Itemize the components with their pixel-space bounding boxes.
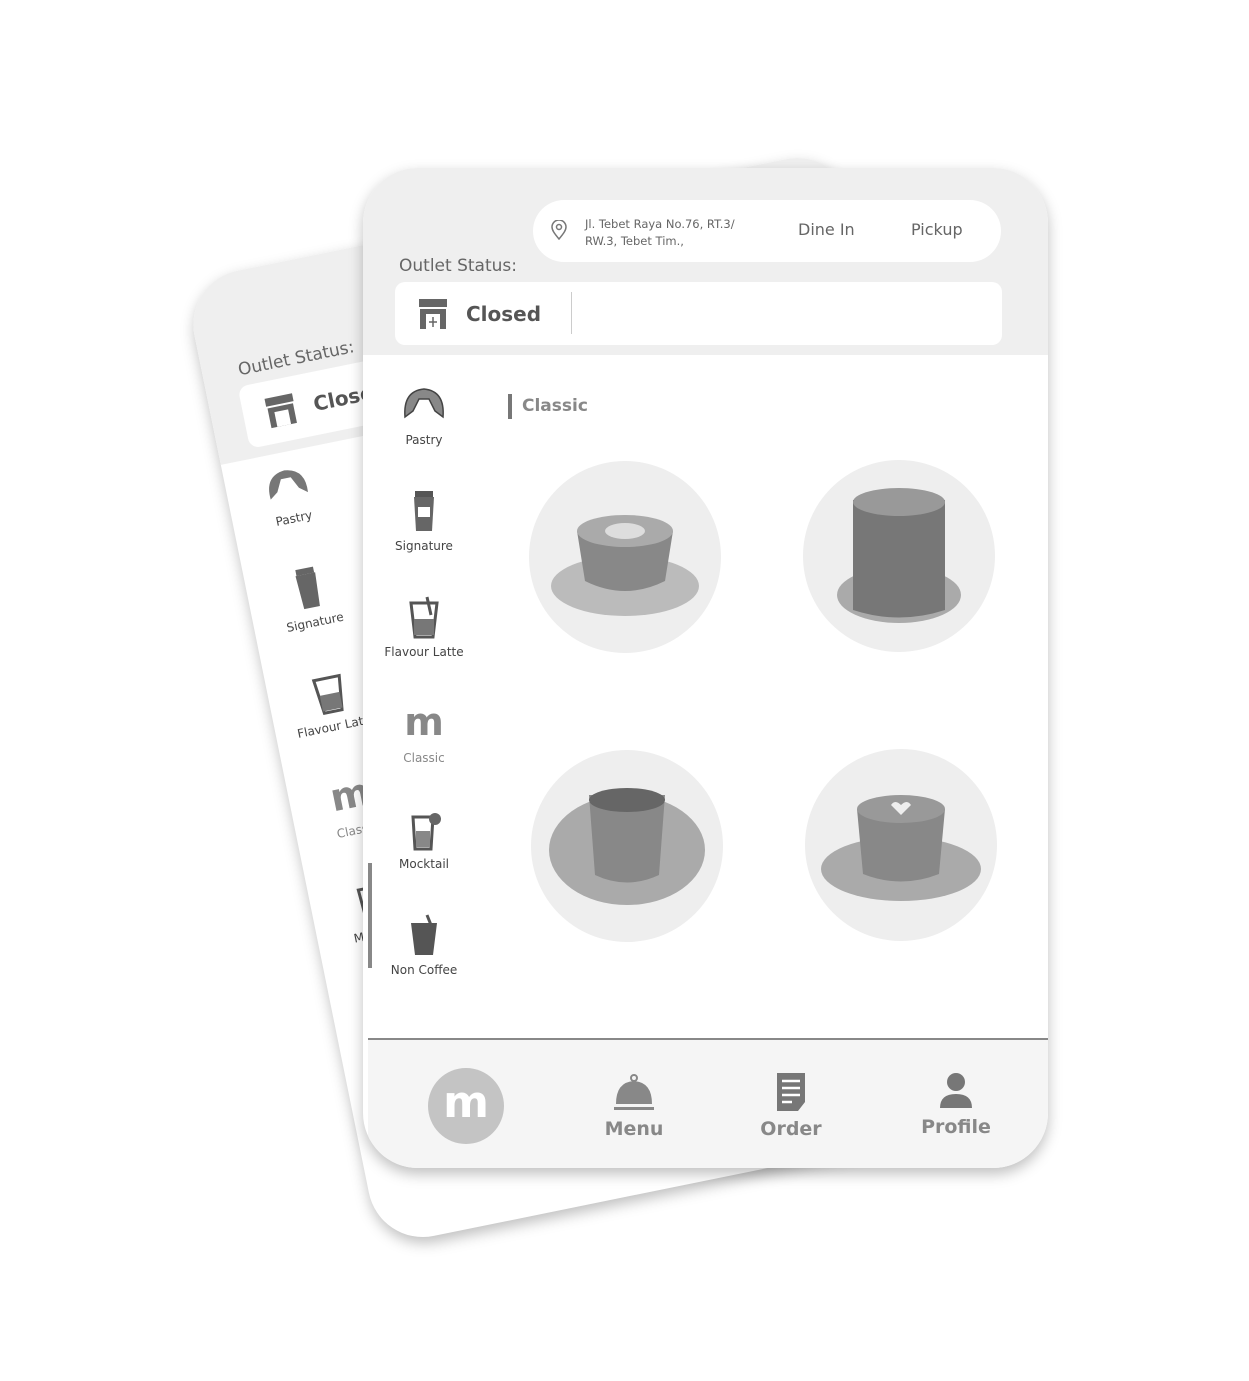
nav-order-label: Order [760,1118,822,1140]
bottom-navigation: m Menu Order Profile [368,1038,1048,1168]
category-label: Pastry [405,433,443,447]
outlet-status-label: Outlet Status: [399,256,517,276]
svg-text:m: m [404,701,444,744]
product-item[interactable] [531,750,723,942]
address-line-2: RW.3, Tebet Tim., [585,234,684,248]
category-label: Classic [403,751,445,765]
dine-in-option[interactable]: Dine In [798,220,855,239]
category-non-coffee[interactable]: Non Coffee [368,913,480,977]
product-item[interactable] [805,749,997,941]
heart-latte-cup-image [821,795,981,901]
user-icon [940,1073,972,1108]
outlet-address[interactable]: Jl. Tebet Raya No.76, RT.3/RW.3, Tebet T… [585,216,735,250]
category-label: Signature [395,539,453,553]
section-title: Classic [508,394,588,419]
home-logo-button[interactable]: m [428,1068,504,1144]
croissant-icon [269,470,308,500]
iced-coffee-glass-image [837,488,961,623]
mocktail-icon [411,813,441,851]
food-cloche-icon [614,1074,654,1110]
category-label: Mocktail [399,857,449,871]
nav-profile[interactable]: Profile [906,1072,1006,1138]
nav-order[interactable]: Order [741,1072,841,1140]
category-pastry[interactable]: Pastry [368,383,480,447]
location-bar[interactable]: Jl. Tebet Raya No.76, RT.3/RW.3, Tebet T… [533,200,1001,262]
address-line-1: Jl. Tebet Raya No.76, RT.3/ [585,217,735,231]
category-mocktail[interactable]: Mocktail [368,807,480,871]
location-pin-icon [551,220,567,240]
order-list-icon [777,1073,805,1111]
category-signature[interactable]: Signature [249,555,372,640]
category-label: Signature [285,609,345,635]
category-label: Pastry [274,507,314,529]
cup-icon [414,491,434,531]
phone-card: Jl. Tebet Raya No.76, RT.3/RW.3, Tebet T… [363,168,1048,1168]
croissant-icon [404,388,444,419]
store-icon [419,299,447,329]
category-label: Non Coffee [390,963,458,977]
latte-art-cup-image [551,515,699,616]
m-logo-icon: m [404,701,444,744]
espresso-cup-image [549,788,705,905]
category-pastry[interactable]: Pastry [228,451,351,536]
category-signature[interactable]: Signature [368,489,480,553]
category-classic[interactable]: m Classic [368,701,480,765]
nav-menu-label: Menu [604,1118,664,1140]
product-item[interactable] [803,460,995,652]
divider [571,292,572,334]
pickup-option[interactable]: Pickup [911,220,963,239]
nav-profile-label: Profile [921,1116,991,1138]
category-flavour-latte[interactable]: Flavour Latte [368,595,480,659]
outlet-status-value: Closed [466,302,542,326]
iced-drink-icon [411,914,437,955]
outlet-status-box: Closed [395,282,1002,345]
nav-menu[interactable]: Menu [584,1072,684,1140]
product-item[interactable] [529,461,721,653]
category-label: Flavour Latte [384,645,464,659]
iced-latte-icon [409,596,439,639]
cup-icon [295,566,320,610]
iced-latte-icon [311,673,344,715]
header: Jl. Tebet Raya No.76, RT.3/RW.3, Tebet T… [363,168,1048,355]
store-icon [264,393,297,429]
